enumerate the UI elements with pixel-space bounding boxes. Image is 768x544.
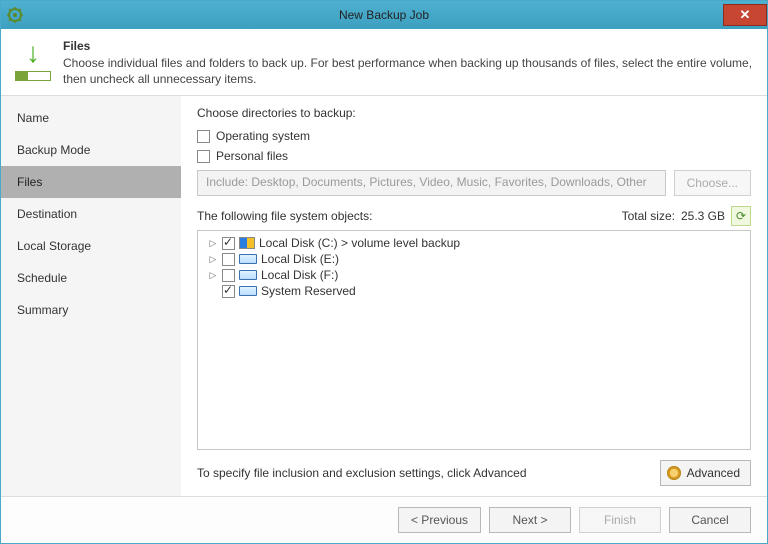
tree-row: ▷ Local Disk (C:) > volume level backup [200, 235, 748, 251]
expander-icon[interactable]: ▷ [208, 270, 218, 281]
window-root: New Backup Job ✕ ↓ Files Choose individu… [0, 0, 768, 544]
advanced-button[interactable]: Advanced [660, 460, 751, 486]
tree-checkbox[interactable] [222, 269, 235, 282]
include-preview-field: Include: Desktop, Documents, Pictures, V… [197, 170, 666, 196]
disk-icon [239, 254, 257, 264]
step-schedule[interactable]: Schedule [1, 262, 181, 294]
disk-icon [239, 270, 257, 280]
advanced-button-label: Advanced [687, 466, 740, 480]
advanced-hint: To specify file inclusion and exclusion … [197, 466, 527, 480]
operating-system-label: Operating system [216, 129, 310, 143]
header-description: Choose individual files and folders to b… [63, 55, 753, 87]
tree-row: ▷ System Reserved [200, 283, 748, 299]
step-content: Choose directories to backup: Operating … [181, 96, 767, 496]
tree-label[interactable]: Local Disk (E:) [261, 252, 339, 266]
expander-icon[interactable]: ▷ [208, 238, 218, 249]
tree-row: ▷ Local Disk (F:) [200, 267, 748, 283]
tree-label[interactable]: System Reserved [261, 284, 356, 298]
tree-label[interactable]: Local Disk (F:) [261, 268, 338, 282]
expander-icon[interactable]: ▷ [208, 254, 218, 265]
titlebar: New Backup Job ✕ [1, 1, 767, 29]
header-title: Files [63, 39, 753, 53]
tree-checkbox[interactable] [222, 285, 235, 298]
cancel-button[interactable]: Cancel [669, 507, 751, 533]
disk-icon [239, 286, 257, 296]
step-backup-mode[interactable]: Backup Mode [1, 134, 181, 166]
wizard-header: ↓ Files Choose individual files and fold… [1, 29, 767, 96]
file-objects-label: The following file system objects: [197, 209, 372, 223]
volume-icon [239, 237, 255, 249]
progress-icon [15, 71, 51, 81]
next-button[interactable]: Next > [489, 507, 571, 533]
tree-label[interactable]: Local Disk (C:) > volume level backup [259, 236, 460, 250]
personal-files-checkbox[interactable] [197, 150, 210, 163]
tree-checkbox[interactable] [222, 237, 235, 250]
file-tree[interactable]: ▷ Local Disk (C:) > volume level backup … [197, 230, 751, 450]
previous-button[interactable]: < Previous [398, 507, 481, 533]
step-local-storage[interactable]: Local Storage [1, 230, 181, 262]
tree-checkbox[interactable] [222, 253, 235, 266]
wizard-icon: ↓ [15, 39, 51, 81]
step-summary[interactable]: Summary [1, 294, 181, 326]
total-size-value: 25.3 GB [681, 209, 725, 223]
wizard-steps-sidebar: Name Backup Mode Files Destination Local… [1, 96, 181, 496]
gear-icon [667, 466, 681, 480]
step-destination[interactable]: Destination [1, 198, 181, 230]
total-size-label: Total size: [622, 209, 675, 223]
refresh-icon: ⟳ [736, 209, 746, 223]
wizard-footer: < Previous Next > Finish Cancel [1, 496, 767, 543]
step-files[interactable]: Files [1, 166, 181, 198]
step-name[interactable]: Name [1, 102, 181, 134]
personal-files-label: Personal files [216, 149, 288, 163]
finish-button: Finish [579, 507, 661, 533]
operating-system-checkbox[interactable] [197, 130, 210, 143]
tree-row: ▷ Local Disk (E:) [200, 251, 748, 267]
window-title: New Backup Job [1, 8, 767, 22]
refresh-button[interactable]: ⟳ [731, 206, 751, 226]
choose-directories-label: Choose directories to backup: [197, 106, 751, 120]
wizard-body: Name Backup Mode Files Destination Local… [1, 96, 767, 496]
download-arrow-icon: ↓ [26, 39, 40, 67]
choose-button[interactable]: Choose... [674, 170, 751, 196]
